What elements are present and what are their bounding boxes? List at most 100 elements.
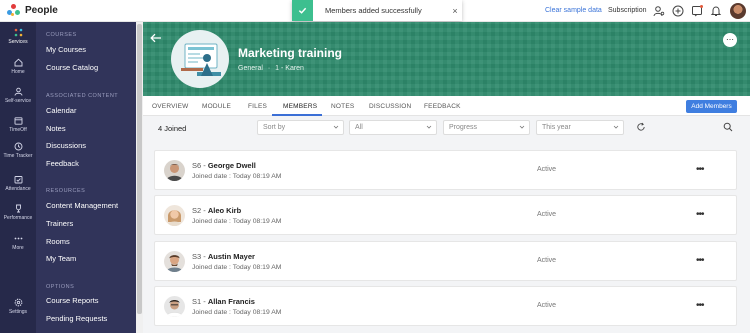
select-value: Sort by xyxy=(263,124,286,131)
sidebar-item-trainers[interactable]: Trainers xyxy=(46,219,73,228)
add-members-button[interactable]: Add Members xyxy=(686,100,737,113)
toast-close-button[interactable]: × xyxy=(448,6,462,16)
member-filters: 4 Joined Sort by All Progress This year xyxy=(143,116,750,140)
member-avatar xyxy=(164,160,185,181)
member-full-name: George Dwell xyxy=(207,161,256,170)
bell-icon[interactable] xyxy=(710,5,722,17)
member-status: Active xyxy=(537,257,557,264)
rail-label: Attendance xyxy=(5,186,31,192)
sidebar-item-course-reports[interactable]: Course Reports xyxy=(46,296,99,305)
tab-discussion[interactable]: DISCUSSION xyxy=(369,103,411,110)
member-more-icon[interactable]: ••• xyxy=(696,164,704,175)
course-tabs: OVERVIEW MODULE FILES MEMBERS NOTES DISC… xyxy=(143,96,750,116)
member-row[interactable]: S6 - George Dwell Joined date : Today 08… xyxy=(154,150,737,190)
course-category: General xyxy=(238,65,263,72)
course-more-button[interactable]: ⋯ xyxy=(723,33,737,47)
rail-label: More xyxy=(12,245,24,251)
clear-sample-data-link[interactable]: Clear sample data xyxy=(545,7,602,14)
sidebar-item-discussions[interactable]: Discussions xyxy=(46,141,86,150)
rail-label: Services xyxy=(8,39,28,45)
check-icon xyxy=(292,0,313,21)
gear-icon xyxy=(14,298,23,307)
member-id: S1 - xyxy=(192,297,208,306)
rail-label: Settings xyxy=(8,309,28,315)
refresh-icon[interactable] xyxy=(636,122,646,132)
member-name: S6 - George Dwell xyxy=(192,161,256,170)
plus-circle-icon[interactable] xyxy=(672,5,684,17)
clock-icon xyxy=(14,142,23,151)
rail-item-attendance[interactable]: Attendance xyxy=(0,175,36,192)
toast-message: Members added successfully xyxy=(325,6,422,15)
app-rail: Services Home Self-service TimeOff Time … xyxy=(0,22,36,333)
select-value: Progress xyxy=(449,124,478,131)
rail-item-services[interactable]: Services xyxy=(0,28,36,45)
progress-select[interactable]: Progress xyxy=(443,120,530,135)
back-arrow-icon[interactable] xyxy=(150,33,162,43)
tab-notes[interactable]: NOTES xyxy=(331,103,354,110)
member-status: Active xyxy=(537,302,557,309)
rail-item-home[interactable]: Home xyxy=(0,58,36,75)
top-bar: People Members added successfully × Clea… xyxy=(0,0,750,22)
sidebar-item-my-team[interactable]: My Team xyxy=(46,254,76,263)
app-name: People xyxy=(25,5,58,16)
main-content: Marketing training General · 1 - Karen ⋯… xyxy=(143,22,750,333)
member-row[interactable]: S2 - Aleo Kirb Joined date : Today 08:19… xyxy=(154,195,737,235)
member-row[interactable]: S3 - Austin Mayer Joined date : Today 08… xyxy=(154,241,737,281)
status-select[interactable]: All xyxy=(349,120,437,135)
joined-count: 4 Joined xyxy=(158,124,187,133)
member-more-icon[interactable]: ••• xyxy=(696,300,704,311)
services-icon xyxy=(14,28,23,37)
tab-feedback[interactable]: FEEDBACK xyxy=(424,103,461,110)
tab-members[interactable]: MEMBERS xyxy=(283,103,317,110)
sidebar-item-my-courses[interactable]: My Courses xyxy=(46,45,86,54)
sort-by-select[interactable]: Sort by xyxy=(257,120,344,135)
rail-item-performance[interactable]: Performance xyxy=(0,204,36,221)
rail-item-settings[interactable]: Settings xyxy=(0,298,36,315)
trophy-icon xyxy=(14,204,23,213)
sidebar-item-content-management[interactable]: Content Management xyxy=(46,201,118,210)
sidebar-item-course-catalog[interactable]: Course Catalog xyxy=(46,63,98,72)
member-avatar xyxy=(164,296,185,317)
tab-module[interactable]: MODULE xyxy=(202,103,231,110)
more-icon: ⋯ xyxy=(726,35,734,44)
success-toast: Members added successfully × xyxy=(292,0,462,21)
feed-icon[interactable] xyxy=(691,5,703,17)
sidebar-item-rooms[interactable]: Rooms xyxy=(46,237,70,246)
course-banner: Marketing training General · 1 - Karen ⋯ xyxy=(143,22,750,96)
rail-item-more[interactable]: More xyxy=(0,234,36,251)
select-value: All xyxy=(355,124,363,131)
subscription-link[interactable]: Subscription xyxy=(608,7,647,14)
select-value: This year xyxy=(542,124,571,131)
chevron-down-icon xyxy=(613,125,619,129)
chevron-down-icon xyxy=(519,125,525,129)
member-more-icon[interactable]: ••• xyxy=(696,255,704,266)
member-status: Active xyxy=(537,166,557,173)
tab-overview[interactable]: OVERVIEW xyxy=(152,103,189,110)
sidebar-item-notes[interactable]: Notes xyxy=(46,124,66,133)
sidebar-item-feedback[interactable]: Feedback xyxy=(46,159,79,168)
rail-label: TimeOff xyxy=(9,127,27,133)
sidebar-scrollbar[interactable] xyxy=(136,22,143,333)
sidebar-item-calendar[interactable]: Calendar xyxy=(46,106,76,115)
section-heading-associated: ASSOCIATED CONTENT xyxy=(46,93,119,99)
member-full-name: Austin Mayer xyxy=(207,252,255,261)
rail-item-time-tracker[interactable]: Time Tracker xyxy=(0,142,36,159)
calendar-icon xyxy=(14,116,23,125)
rail-label: Home xyxy=(11,69,25,75)
member-name: S1 - Allan Francis xyxy=(192,297,255,306)
sidebar-item-pending-requests[interactable]: Pending Requests xyxy=(46,314,107,323)
user-avatar[interactable] xyxy=(730,3,746,19)
rail-item-self-service[interactable]: Self-service xyxy=(0,87,36,104)
member-row[interactable]: S1 - Allan Francis Joined date : Today 0… xyxy=(154,286,737,326)
user-search-icon[interactable] xyxy=(653,5,665,17)
app-logo[interactable]: People xyxy=(7,4,58,17)
member-more-icon[interactable]: ••• xyxy=(696,209,704,220)
period-select[interactable]: This year xyxy=(536,120,624,135)
member-joined-date: Joined date : Today 08:19 AM xyxy=(192,218,282,225)
search-icon[interactable] xyxy=(723,122,733,132)
course-owner: 1 - Karen xyxy=(275,65,304,72)
rail-label: Performance xyxy=(3,215,33,221)
section-heading-courses: COURSES xyxy=(46,32,77,38)
tab-files[interactable]: FILES xyxy=(248,103,267,110)
rail-item-timeoff[interactable]: TimeOff xyxy=(0,116,36,133)
